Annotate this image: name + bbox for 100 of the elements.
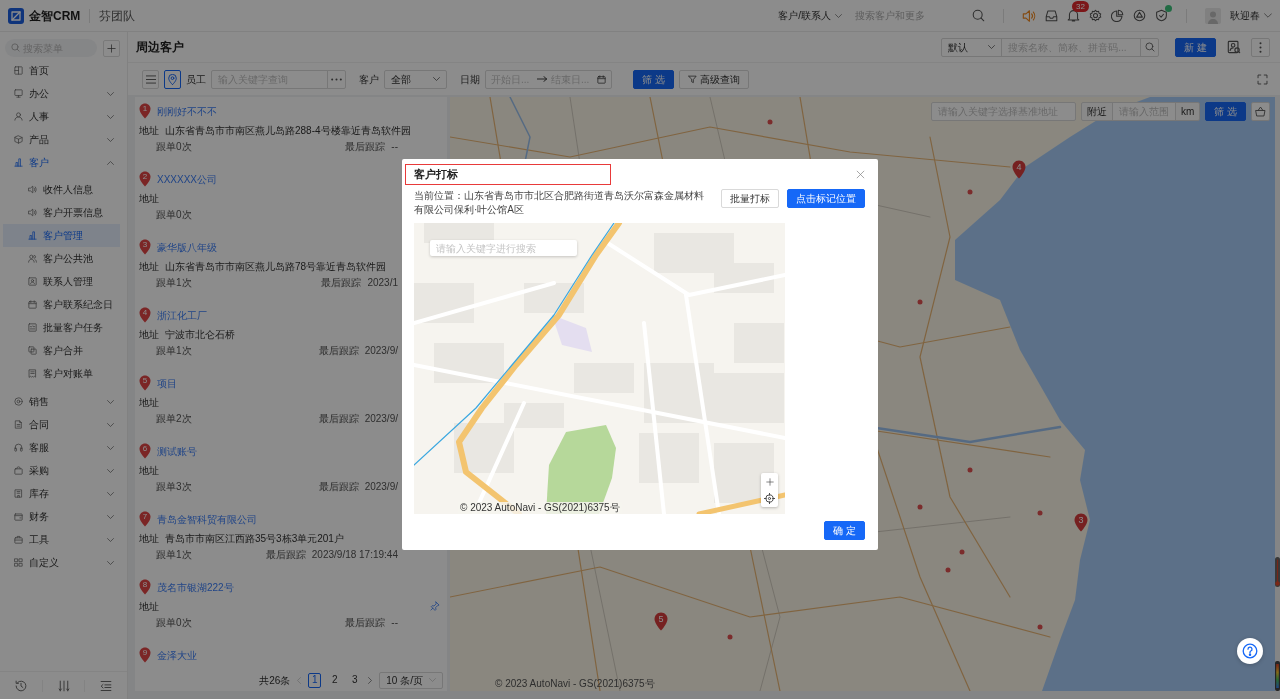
customer-name-link[interactable]: 项目 [157,375,177,391]
map-marker[interactable]: 4 [1012,160,1026,179]
customer-name-link[interactable]: 测试账号 [157,443,197,459]
contact-search-button[interactable] [1224,37,1243,57]
address-label: 地址 [139,463,159,478]
menu-item[interactable]: 客户公共池 [3,247,120,270]
menu-item[interactable]: 客户 [0,151,127,174]
bar-chart-icon [28,231,37,240]
search-icon[interactable] [972,9,985,22]
clear-button[interactable] [1251,102,1270,121]
receipt-icon [28,369,37,378]
more-options-button[interactable] [327,69,346,89]
page-title: 周边客户 [136,39,184,56]
monitor-icon [14,89,23,98]
chevron-right-icon[interactable] [368,676,373,684]
indent-icon[interactable] [100,679,113,692]
thumbtack-icon[interactable] [430,601,440,611]
menu-item[interactable]: 产品 [0,128,127,151]
menu-item[interactable]: 办公 [0,82,127,105]
pie-chart-icon[interactable] [1111,9,1124,22]
menu-item[interactable]: 客户管理 [3,224,120,247]
more-button[interactable] [1251,37,1270,57]
menu-item[interactable]: 客户对账单 [3,362,120,385]
customer-name-link[interactable]: 刚刚好不不不 [157,103,217,119]
menu-item[interactable]: 批量客户任务 [3,316,120,339]
address-label: 地址 [139,531,159,546]
page-button[interactable]: 1 [308,672,322,688]
search-button[interactable] [1140,37,1160,57]
page-size-select[interactable]: 10 条/页 [379,671,443,689]
filter-button[interactable]: 筛 选 [1205,102,1246,121]
menu-item[interactable]: 客服 [0,436,127,459]
person-icon [14,112,23,121]
view-select[interactable]: 默认 [941,37,1003,57]
columns-icon[interactable] [57,679,70,692]
calendar-icon [597,74,606,84]
menu-item[interactable]: 合同 [0,413,127,436]
menu-item[interactable]: 客户联系纪念日 [3,293,120,316]
bell-icon[interactable] [1067,9,1080,22]
menu-item[interactable]: 联系人管理 [3,270,120,293]
last-follow-label: 最后跟踪 [345,615,386,630]
advanced-search-button[interactable]: 高级查询 [678,69,749,89]
menu-item[interactable]: 客户开票信息 [3,201,120,224]
last-follow-time: -- [391,139,398,154]
grid-icon [14,66,23,75]
customer-name-link[interactable]: XXXXXX公司 [157,171,218,187]
shield-icon[interactable] [1155,9,1168,22]
last-follow-time: 2023/9/ [364,343,398,358]
address-text: 青岛市市南区江西路35号3栋3单元201户 [165,531,344,546]
filter-button[interactable]: 筛 选 [633,69,674,89]
address-label: 地址 [139,191,159,206]
map-marker[interactable]: 3 [1074,513,1088,532]
menu-item[interactable]: 销售 [0,390,127,413]
search-scope-dropdown[interactable]: 客户/联系人 [778,8,842,23]
menu-item[interactable]: 客户合并 [3,339,120,362]
caret-icon [835,13,842,18]
number-pin: 3 [139,239,151,255]
triangle-circle-icon[interactable] [1133,9,1146,22]
locate-button[interactable] [761,490,778,507]
menu-item[interactable]: 采购 [0,459,127,482]
avatar-icon[interactable] [1205,7,1221,24]
batch-mark-button[interactable]: 批量打标 [721,189,779,208]
total-count: 共26条 [259,673,291,688]
confirm-button[interactable]: 确 定 [824,521,865,540]
page-button[interactable]: 3 [348,672,362,688]
chevron-down-icon [433,77,440,81]
checklist-icon [28,323,37,332]
team-name: 芬团队 [99,7,136,25]
close-icon[interactable] [856,170,865,179]
address-label: 地址 [139,327,159,342]
menu-item[interactable]: 财务 [0,505,127,528]
inbox-icon[interactable] [1045,9,1058,22]
add-button[interactable] [103,39,120,57]
page-button[interactable]: 2 [328,672,342,688]
nearby-label: 附近 [1080,102,1113,121]
menu-item[interactable]: 自定义 [0,551,127,574]
customer-select[interactable]: 全部 [384,69,447,89]
customer-name-link[interactable]: 浙江化工厂 [157,307,207,323]
address-text: 宁波市北仑石桥 [165,327,235,342]
new-button[interactable]: 新 建 [1175,37,1216,57]
slider-icon[interactable] [1275,557,1280,587]
speaker-icon[interactable] [1022,8,1036,23]
customer-name-link[interactable]: 豪华版八年级 [157,239,217,255]
customer-name-link[interactable]: 茂名市银湖222号 [157,579,234,595]
customer-name-link[interactable]: 青岛金智科贸有限公司 [157,511,257,527]
history-icon[interactable] [14,679,27,692]
settings-icon[interactable] [1089,9,1102,22]
menu-item[interactable]: 人事 [0,105,127,128]
mark-location-button[interactable]: 点击标记位置 [787,189,865,208]
menu-item[interactable]: 工具 [0,528,127,551]
customer-name-link[interactable]: 金泽大业 [157,647,197,663]
fullscreen-icon[interactable] [1257,73,1268,85]
menu-item[interactable]: 收件人信息 [3,178,120,201]
map-marker[interactable]: 5 [654,612,668,631]
follow-count: 跟单0次 [156,139,192,154]
caret-icon [1264,13,1272,18]
menu-item[interactable]: 首页 [0,59,127,82]
map-view-button[interactable] [164,69,181,89]
list-view-button[interactable] [142,69,159,89]
user-menu-button[interactable]: 耿迎春 [1230,8,1272,23]
menu-item[interactable]: 库存 [0,482,127,505]
